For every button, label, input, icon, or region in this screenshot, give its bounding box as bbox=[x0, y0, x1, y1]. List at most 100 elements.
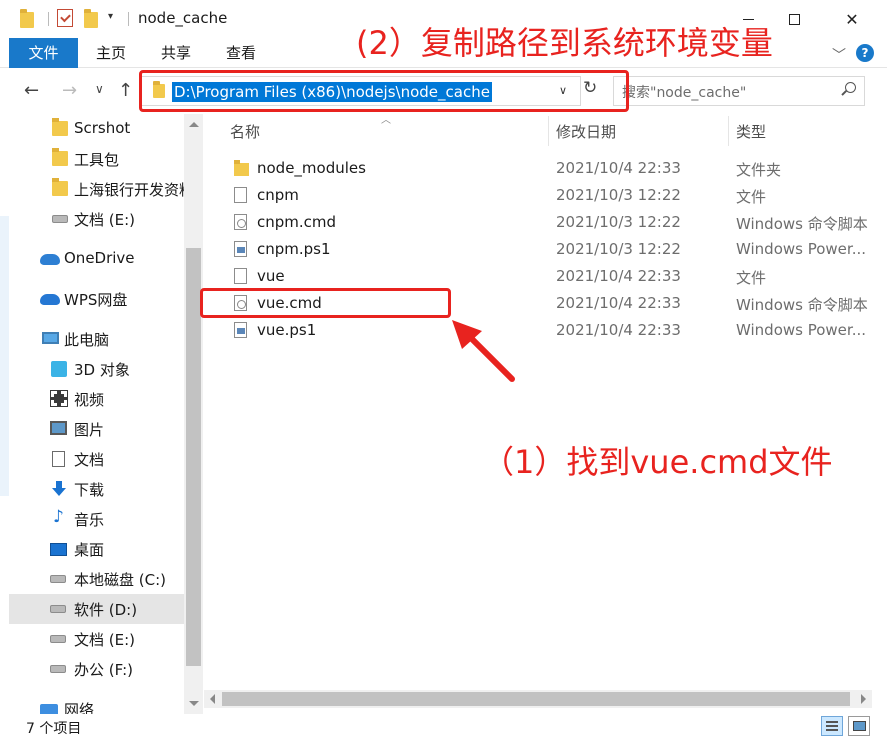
powershell-file-icon bbox=[234, 241, 247, 257]
separator bbox=[128, 12, 129, 26]
sidebar-item-network[interactable]: 网络 bbox=[9, 694, 184, 714]
sidebar-scrollbar[interactable] bbox=[184, 114, 203, 714]
tab-view[interactable]: 查看 bbox=[226, 38, 256, 68]
new-folder-icon[interactable] bbox=[84, 9, 98, 28]
file-type: Windows Power... bbox=[736, 321, 867, 339]
file-date: 2021/10/3 12:22 bbox=[556, 240, 681, 258]
search-input[interactable]: 搜索"node_cache" bbox=[613, 76, 865, 106]
properties-icon[interactable] bbox=[57, 9, 73, 27]
sidebar-item-label: 此电脑 bbox=[64, 331, 110, 349]
column-header-name[interactable]: 名称 bbox=[230, 121, 260, 142]
file-row-vue-ps1[interactable]: vue.ps1 2021/10/4 22:33 Windows Power... bbox=[204, 317, 872, 344]
folder-icon bbox=[52, 178, 68, 196]
tab-home[interactable]: 主页 bbox=[96, 38, 126, 68]
sidebar-item-drive-d[interactable]: 软件 (D:) bbox=[9, 594, 184, 624]
cloud-icon bbox=[40, 254, 60, 265]
sidebar-item-videos[interactable]: 视频 bbox=[9, 384, 184, 414]
column-header-type[interactable]: 类型 bbox=[736, 121, 766, 142]
sidebar-item-music[interactable]: ♪ 音乐 bbox=[9, 504, 184, 534]
sidebar-item-label: OneDrive bbox=[64, 249, 135, 267]
item-count: 7 个项目 bbox=[26, 721, 82, 737]
column-divider[interactable] bbox=[728, 116, 729, 146]
music-icon: ♪ bbox=[53, 507, 64, 527]
file-name: cnpm bbox=[257, 186, 299, 204]
forward-arrow-icon[interactable]: → bbox=[62, 80, 77, 101]
drive-icon bbox=[52, 215, 68, 223]
sidebar-item-bank-docs[interactable]: 上海银行开发资料 bbox=[9, 174, 194, 204]
file-row-cnpm-ps1[interactable]: cnpm.ps1 2021/10/3 12:22 Windows Power..… bbox=[204, 236, 872, 263]
scroll-right-icon[interactable] bbox=[861, 694, 866, 704]
file-icon bbox=[234, 268, 247, 284]
powershell-file-icon bbox=[234, 322, 247, 338]
sidebar-item-label: 桌面 bbox=[74, 541, 105, 559]
sidebar-item-downloads[interactable]: 下载 bbox=[9, 474, 184, 504]
search-icon[interactable] bbox=[841, 82, 856, 96]
file-date: 2021/10/4 22:33 bbox=[556, 159, 681, 177]
folder-icon bbox=[52, 148, 68, 166]
network-icon bbox=[40, 704, 58, 714]
download-icon bbox=[51, 481, 67, 497]
annotation-box-address bbox=[139, 70, 629, 112]
file-name: vue bbox=[257, 267, 285, 285]
scrollbar-thumb[interactable] bbox=[222, 692, 850, 706]
file-type: Windows 命令脚本 bbox=[736, 296, 868, 314]
file-name: vue.ps1 bbox=[257, 321, 317, 339]
file-list-edge bbox=[872, 114, 887, 690]
sidebar-item-onedrive[interactable]: OneDrive bbox=[9, 244, 184, 274]
quick-access-dropdown-icon[interactable]: ▾ bbox=[108, 11, 113, 22]
scroll-up-icon[interactable] bbox=[189, 122, 199, 127]
file-type: Windows 命令脚本 bbox=[736, 215, 868, 233]
sidebar-item-tools[interactable]: 工具包 bbox=[9, 144, 184, 174]
sidebar-item-this-pc[interactable]: 此电脑 bbox=[9, 324, 184, 354]
sidebar-item-label: 本地磁盘 (C:) bbox=[74, 571, 166, 589]
sidebar-item-label: 上海银行开发资料 bbox=[74, 181, 195, 199]
sidebar-item-drive-e-quick[interactable]: 文档 (E:) bbox=[9, 204, 184, 234]
file-row-cnpm-cmd[interactable]: cnpm.cmd 2021/10/3 12:22 Windows 命令脚本 bbox=[204, 209, 872, 236]
sidebar-item-3d-objects[interactable]: 3D 对象 bbox=[9, 354, 184, 384]
file-date: 2021/10/3 12:22 bbox=[556, 186, 681, 204]
annotation-arrow bbox=[452, 320, 515, 382]
sidebar-item-label: 下载 bbox=[74, 481, 105, 499]
up-arrow-icon[interactable]: ↑ bbox=[118, 80, 133, 101]
file-name: cnpm.ps1 bbox=[257, 240, 331, 258]
file-date: 2021/10/4 22:33 bbox=[556, 294, 681, 312]
navigation-pane: Scrshot 工具包 上海银行开发资料 文档 (E:) OneDrive WP… bbox=[9, 114, 204, 714]
close-button[interactable]: ✕ bbox=[829, 0, 875, 38]
cube-icon bbox=[51, 361, 67, 377]
sidebar-item-label: 网络 bbox=[64, 701, 95, 714]
sidebar-item-drive-c[interactable]: 本地磁盘 (C:) bbox=[9, 564, 184, 594]
sidebar-item-label: 视频 bbox=[74, 391, 105, 409]
folder-icon[interactable] bbox=[20, 9, 34, 28]
cmd-file-icon bbox=[234, 214, 247, 230]
sidebar-item-documents[interactable]: 文档 bbox=[9, 444, 184, 474]
sidebar-item-wps[interactable]: WPS网盘 bbox=[9, 284, 184, 314]
scroll-down-icon[interactable] bbox=[189, 701, 199, 706]
horizontal-scrollbar[interactable] bbox=[204, 690, 872, 708]
sidebar-item-drive-f[interactable]: 办公 (F:) bbox=[9, 654, 184, 684]
large-icons-view-button[interactable] bbox=[848, 716, 870, 736]
scrollbar-thumb[interactable] bbox=[186, 248, 201, 666]
column-header-date[interactable]: 修改日期 bbox=[556, 121, 616, 142]
help-icon[interactable]: ? bbox=[856, 44, 874, 62]
file-row-vue[interactable]: vue 2021/10/4 22:33 文件 bbox=[204, 263, 872, 290]
expand-ribbon-icon[interactable]: ﹀ bbox=[832, 45, 846, 65]
sidebar-item-label: 音乐 bbox=[74, 511, 105, 529]
sidebar-item-scrshot[interactable]: Scrshot bbox=[9, 114, 184, 144]
tab-share[interactable]: 共享 bbox=[161, 38, 191, 68]
sidebar-item-label: 图片 bbox=[74, 421, 105, 439]
tab-file[interactable]: 文件 bbox=[9, 38, 78, 68]
details-view-button[interactable] bbox=[821, 716, 843, 736]
scroll-left-icon[interactable] bbox=[210, 694, 215, 704]
file-row-cnpm[interactable]: cnpm 2021/10/3 12:22 文件 bbox=[204, 182, 872, 209]
sidebar-item-drive-e[interactable]: 文档 (E:) bbox=[9, 624, 184, 654]
maximize-button[interactable] bbox=[771, 0, 817, 38]
recent-locations-chevron-icon[interactable]: ∨ bbox=[95, 82, 104, 96]
sidebar-item-desktop[interactable]: 桌面 bbox=[9, 534, 184, 564]
sidebar-item-pictures[interactable]: 图片 bbox=[9, 414, 184, 444]
column-divider[interactable] bbox=[548, 116, 549, 146]
back-arrow-icon[interactable]: ← bbox=[24, 80, 39, 101]
file-type: 文件夹 bbox=[736, 161, 782, 179]
file-row-node-modules[interactable]: node_modules 2021/10/4 22:33 文件夹 bbox=[204, 155, 872, 182]
sidebar-item-label: WPS网盘 bbox=[64, 291, 128, 309]
sidebar-item-label: 软件 (D:) bbox=[74, 601, 138, 619]
